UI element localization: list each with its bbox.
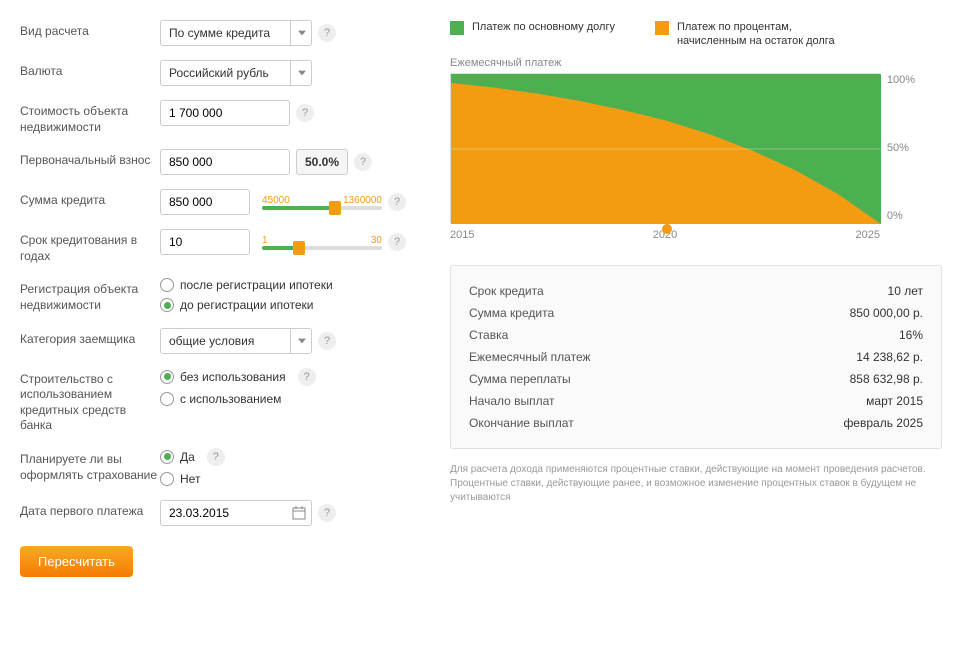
first-payment-label: Дата первого платежа — [20, 500, 160, 520]
loan-term-label: Срок кредитования в годах — [20, 229, 160, 264]
borrower-cat-label: Категория заемщика — [20, 328, 160, 348]
down-payment-pct: 50.0% — [296, 149, 348, 175]
help-icon[interactable]: ? — [207, 448, 225, 466]
chart-y-axis: 100% 50% 0% — [887, 74, 915, 222]
down-payment-label: Первоначальный взнос — [20, 149, 160, 169]
down-payment-input[interactable] — [160, 149, 290, 175]
summary-row: Начало выплатмарт 2015 — [469, 390, 923, 412]
payment-chart: 100% 50% 0% — [450, 73, 880, 223]
legend-label-interest: Платеж по процентам, начисленным на оста… — [677, 20, 855, 49]
chevron-down-icon — [290, 328, 312, 354]
insurance-yes-radio[interactable]: Да ? — [160, 448, 225, 466]
insurance-label: Планируете ли вы оформлять страхование — [20, 448, 160, 483]
currency-label: Валюта — [20, 60, 160, 80]
construction-label: Строительство с использованием кредитных… — [20, 368, 160, 434]
chart-legend: Платеж по основному долгу Платеж по проц… — [450, 20, 942, 49]
construction-with-radio[interactable]: с использованием — [160, 392, 316, 406]
legend-swatch-principal — [450, 21, 464, 35]
registration-label: Регистрация объекта недвижимости — [20, 278, 160, 313]
summary-row: Ежемесячный платеж14 238,62 р. — [469, 346, 923, 368]
form-panel: Вид расчета По сумме кредита ? Валюта Ро… — [20, 20, 420, 577]
help-icon[interactable]: ? — [354, 153, 372, 171]
insurance-no-radio[interactable]: Нет — [160, 472, 225, 486]
help-icon[interactable]: ? — [296, 104, 314, 122]
help-icon[interactable]: ? — [388, 193, 406, 211]
property-cost-label: Стоимость объекта недвижимости — [20, 100, 160, 135]
disclaimer-text: Для расчета дохода применяются процентны… — [450, 463, 942, 505]
summary-row: Ставка16% — [469, 324, 923, 346]
property-cost-input[interactable] — [160, 100, 290, 126]
legend-label-principal: Платеж по основному долгу — [472, 20, 615, 34]
registration-after-radio[interactable]: после регистрации ипотеки — [160, 278, 333, 292]
loan-amount-slider[interactable] — [262, 206, 382, 210]
radio-icon — [160, 472, 174, 486]
calendar-icon[interactable] — [290, 504, 308, 522]
results-panel: Платеж по основному долгу Платеж по проц… — [450, 20, 942, 577]
summary-box: Срок кредита10 лет Сумма кредита850 000,… — [450, 265, 942, 449]
radio-icon — [160, 370, 174, 384]
summary-row: Срок кредита10 лет — [469, 280, 923, 302]
help-icon[interactable]: ? — [298, 368, 316, 386]
radio-icon — [160, 392, 174, 406]
summary-row: Сумма переплаты858 632,98 р. — [469, 368, 923, 390]
help-icon[interactable]: ? — [318, 24, 336, 42]
construction-without-radio[interactable]: без использования ? — [160, 368, 316, 386]
loan-term-slider[interactable] — [262, 246, 382, 250]
calc-type-select[interactable]: По сумме кредита — [160, 20, 312, 46]
help-icon[interactable]: ? — [388, 233, 406, 251]
loan-amount-label: Сумма кредита — [20, 189, 160, 209]
borrower-cat-select[interactable]: общие условия — [160, 328, 312, 354]
summary-row: Сумма кредита850 000,00 р. — [469, 302, 923, 324]
radio-icon — [160, 278, 174, 292]
registration-before-radio[interactable]: до регистрации ипотеки — [160, 298, 333, 312]
summary-row: Окончание выплатфевраль 2025 — [469, 412, 923, 434]
help-icon[interactable]: ? — [318, 332, 336, 350]
chart-marker-head — [662, 224, 672, 234]
chevron-down-icon — [290, 60, 312, 86]
loan-term-input[interactable] — [160, 229, 250, 255]
currency-select[interactable]: Российский рубль — [160, 60, 312, 86]
chevron-down-icon — [290, 20, 312, 46]
legend-swatch-interest — [655, 21, 669, 35]
recalculate-button[interactable]: Пересчитать — [20, 546, 133, 577]
help-icon[interactable]: ? — [318, 504, 336, 522]
radio-icon — [160, 450, 174, 464]
chart-title: Ежемесячный платеж — [450, 57, 942, 69]
loan-amount-input[interactable] — [160, 189, 250, 215]
radio-icon — [160, 298, 174, 312]
calc-type-label: Вид расчета — [20, 20, 160, 40]
